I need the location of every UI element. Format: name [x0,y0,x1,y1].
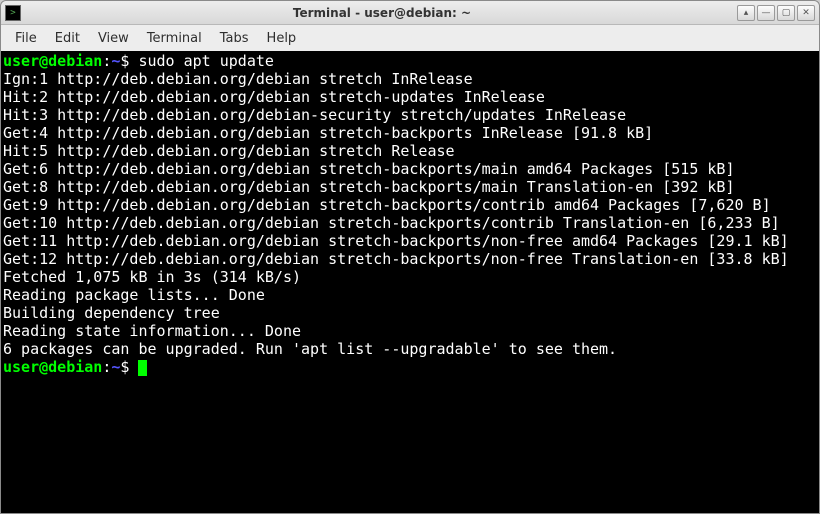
output-line: Hit:5 http://deb.debian.org/debian stret… [3,142,455,160]
prompt-sigil: $ [120,52,129,70]
output-line: Fetched 1,075 kB in 3s (314 kB/s) [3,268,301,286]
output-line: Ign:1 http://deb.debian.org/debian stret… [3,70,473,88]
output-line: Reading state information... Done [3,322,301,340]
output-line: Get:9 http://deb.debian.org/debian stret… [3,196,771,214]
titlebar[interactable]: Terminal - user@debian: ~ ▴ — ▢ ✕ [1,1,819,25]
output-line: Get:8 http://deb.debian.org/debian stret… [3,178,735,196]
output-line: Hit:3 http://deb.debian.org/debian-secur… [3,106,626,124]
output-line: Building dependency tree [3,304,220,322]
output-line: Get:10 http://deb.debian.org/debian stre… [3,214,780,232]
terminal-content[interactable]: user@debian:~$ sudo apt update Ign:1 htt… [1,51,819,513]
output-line: 6 packages can be upgraded. Run 'apt lis… [3,340,617,358]
output-line: Get:4 http://deb.debian.org/debian stret… [3,124,653,142]
menu-tabs[interactable]: Tabs [212,28,257,49]
output-line: Get:6 http://deb.debian.org/debian stret… [3,160,735,178]
prompt-sigil: $ [120,358,129,376]
close-button[interactable]: ✕ [797,5,815,21]
output-line: Get:12 http://deb.debian.org/debian stre… [3,250,789,268]
maximize-button[interactable]: ▢ [777,5,795,21]
menu-edit[interactable]: Edit [47,28,88,49]
output-line: Reading package lists... Done [3,286,265,304]
app-icon [5,5,21,21]
menu-terminal[interactable]: Terminal [139,28,210,49]
menu-view[interactable]: View [90,28,137,49]
cursor [138,360,147,376]
menu-file[interactable]: File [7,28,45,49]
menubar: File Edit View Terminal Tabs Help [1,25,819,51]
command-text: sudo apt update [138,52,273,70]
window-controls: ▴ — ▢ ✕ [737,5,815,21]
minimize-button[interactable]: — [757,5,775,21]
output-line: Get:11 http://deb.debian.org/debian stre… [3,232,789,250]
terminal-window: Terminal - user@debian: ~ ▴ — ▢ ✕ File E… [0,0,820,514]
menu-help[interactable]: Help [259,28,305,49]
output-line: Hit:2 http://deb.debian.org/debian stret… [3,88,545,106]
prompt-userhost: user@debian [3,358,102,376]
prompt-userhost: user@debian [3,52,102,70]
window-title: Terminal - user@debian: ~ [27,6,737,20]
stick-button[interactable]: ▴ [737,5,755,21]
